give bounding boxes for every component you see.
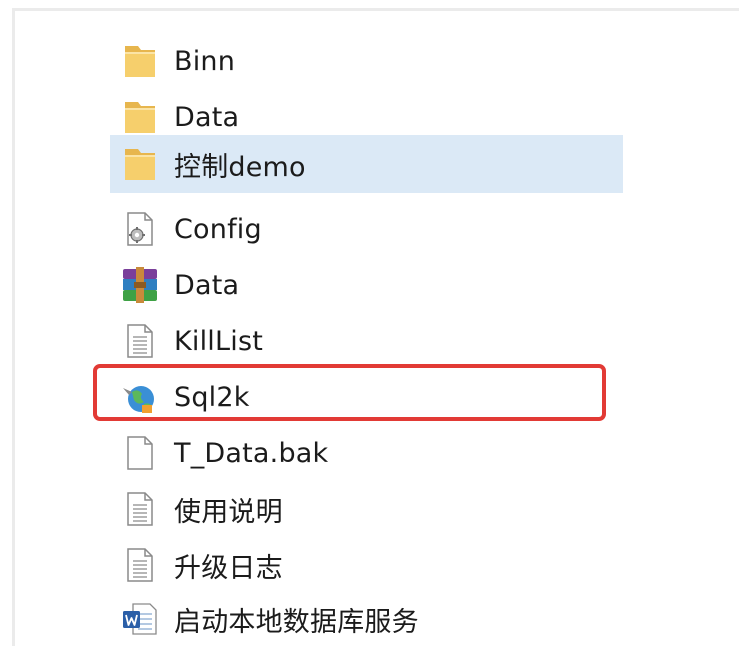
blank-file-icon — [120, 433, 160, 473]
file-name: Config — [174, 213, 262, 245]
file-name: Data — [174, 101, 240, 133]
folder-icon — [120, 41, 160, 81]
config-file-icon — [120, 209, 160, 249]
file-name: Sql2k — [174, 381, 250, 413]
text-file-icon — [120, 545, 160, 585]
file-item-start-local-db-service[interactable]: 启动本地数据库服务 — [110, 591, 623, 647]
folder-icon — [120, 144, 160, 184]
word-document-icon — [120, 599, 160, 639]
file-name: 升级日志 — [174, 552, 283, 584]
winrar-archive-icon — [120, 265, 160, 305]
file-name: Binn — [174, 45, 236, 77]
globe-program-icon — [120, 377, 160, 417]
file-name: KillList — [174, 325, 264, 357]
explorer-file-pane: Binn Data 控制demo Config Data KillList Sq… — [12, 8, 739, 646]
file-item-config[interactable]: Config — [110, 201, 623, 257]
file-item-control-demo[interactable]: 控制demo — [110, 135, 623, 193]
text-file-icon — [120, 489, 160, 529]
file-item-killlist[interactable]: KillList — [110, 313, 623, 369]
file-item-data-archive[interactable]: Data — [110, 257, 623, 313]
file-name: 启动本地数据库服务 — [174, 606, 419, 638]
file-item-upgrade-log[interactable]: 升级日志 — [110, 537, 623, 593]
file-name: T_Data.bak — [174, 437, 329, 469]
file-name: 使用说明 — [174, 496, 283, 528]
file-item-instructions[interactable]: 使用说明 — [110, 481, 623, 537]
file-name: Data — [174, 269, 240, 301]
folder-icon — [120, 97, 160, 137]
text-file-icon — [120, 321, 160, 361]
file-item-binn[interactable]: Binn — [110, 33, 623, 89]
file-item-t-data-bak[interactable]: T_Data.bak — [110, 425, 623, 481]
file-name: 控制demo — [174, 151, 306, 183]
file-item-sql2k[interactable]: Sql2k — [110, 369, 623, 425]
